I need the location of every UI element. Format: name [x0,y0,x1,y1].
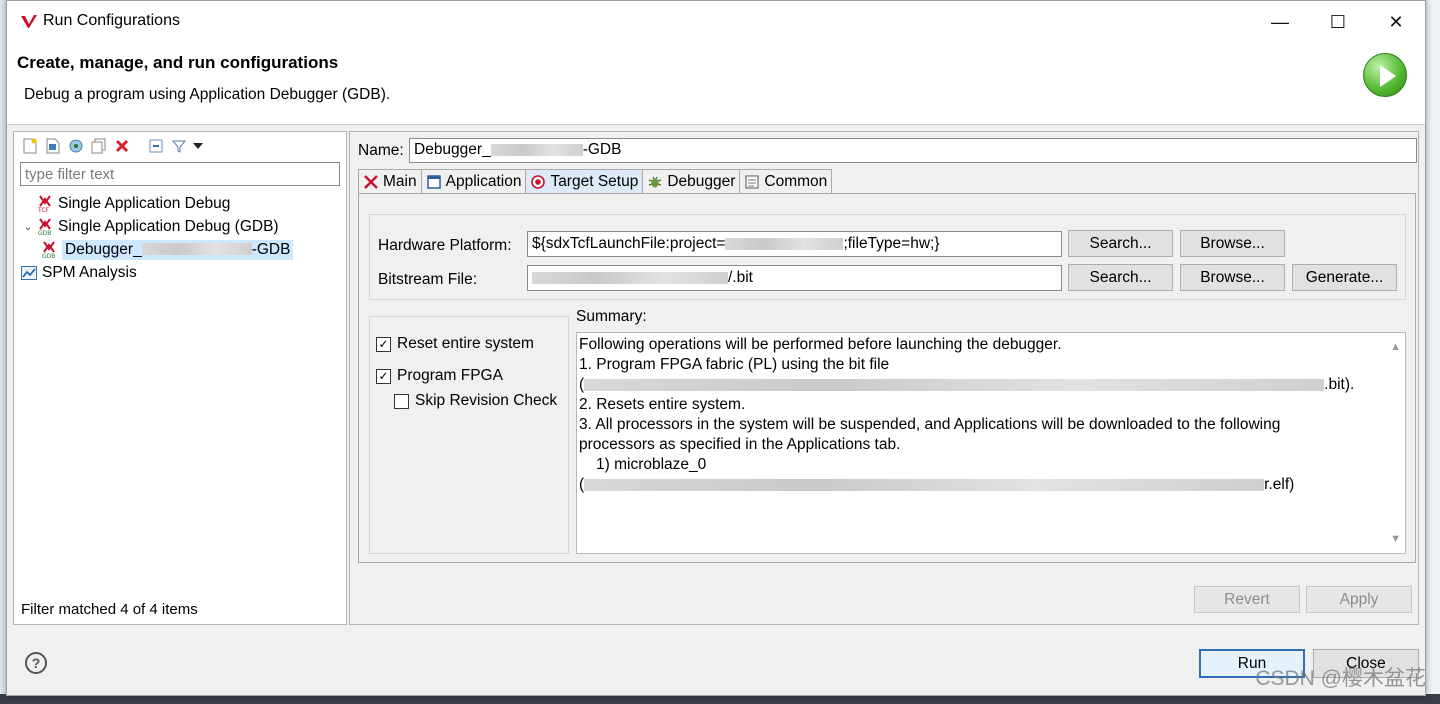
tab-common[interactable]: Common [739,169,833,193]
xilinx-logo-icon [21,15,37,28]
svg-text:GDB: GDB [42,253,55,259]
chevron-down-icon[interactable]: ⌄ [20,220,36,233]
tab-application[interactable]: Application [420,169,527,193]
tab-target-setup[interactable]: Target Setup [525,169,644,193]
tree-item-single-application-debug-gdb[interactable]: ⌄ GDB Single Application Debug (GDB) [20,215,340,238]
filter-icon[interactable] [169,136,189,156]
tree-item-label: Single Application Debug (GDB) [58,217,279,235]
help-icon[interactable]: ? [25,652,47,674]
checkbox-unchecked-icon [394,393,409,409]
filter-status: Filter matched 4 of 4 items [21,601,198,618]
options-group: ✓ Reset entire system ✓ Program FPGA Ski… [369,316,569,554]
hardware-search-button[interactable]: Search... [1068,230,1173,257]
tree-item-label: SPM Analysis [42,263,137,281]
collapse-all-icon[interactable] [146,136,166,156]
revert-button[interactable]: Revert [1194,586,1300,613]
config-toolbar [20,136,204,156]
checkbox-checked-icon: ✓ [376,368,391,384]
window-title: Run Configurations [43,12,180,29]
filter-dropdown-chevron-icon[interactable] [192,136,204,156]
gdb-icon: GDB [36,217,54,236]
title-bar: Run Configurations — ☐ ✕ [7,1,1425,43]
tree-item-label: Single Application Debug [58,194,231,212]
skip-revision-checkbox[interactable]: Skip Revision Check [394,392,557,410]
redacted-text [725,237,844,250]
scroll-up-icon[interactable]: ▲ [1390,337,1401,357]
redacted-text [584,478,1265,491]
configuration-editor-panel: Name: Debugger_ -GDB Main Application Tar… [349,131,1419,625]
xilinx-icon [363,174,379,190]
tree-item-label: Debugger_ -GDB [62,239,294,260]
header-subtitle: Debug a program using Application Debugg… [24,86,391,103]
tab-main[interactable]: Main [358,169,422,193]
svg-text:TCF: TCF [37,207,50,213]
hardware-browse-button[interactable]: Browse... [1180,230,1285,257]
bug-icon [647,174,663,190]
svg-text:GDB: GDB [38,230,51,236]
export-config-icon[interactable] [66,136,86,156]
background-window-right [1428,0,1440,704]
redacted-text [584,378,1325,391]
tree-item-single-application-debug[interactable]: TCF Single Application Debug [20,192,340,215]
csdn-watermark: CSDN @樱木盆花 [1255,667,1426,690]
scroll-down-icon[interactable]: ▼ [1390,529,1401,549]
filter-input[interactable] [20,162,340,186]
configuration-list-panel: TCF Single Application Debug ⌄ GDB Singl… [13,131,347,625]
summary-text-area[interactable]: Following operations will be performed b… [576,332,1406,554]
dialog-header: Create, manage, and run configurations D… [7,43,1425,125]
name-label: Name: [358,142,404,159]
bitstream-search-button[interactable]: Search... [1068,264,1173,291]
hardware-platform-label: Hardware Platform: [378,237,512,254]
redacted-text [490,143,583,156]
name-field[interactable]: Debugger_ -GDB [409,138,1417,163]
reset-system-checkbox[interactable]: ✓ Reset entire system [376,335,534,353]
hardware-platform-field[interactable]: ${sdxTcfLaunchFile:project= ;fileType=hw;… [527,231,1062,257]
apply-button[interactable]: Apply [1306,586,1412,613]
bitstream-file-label: Bitstream File: [378,271,478,288]
close-window-button[interactable]: ✕ [1367,1,1425,43]
tcf-icon: TCF [36,194,54,213]
redacted-text [141,243,252,256]
target-setup-content: Hardware Platform: ${sdxTcfLaunchFile:pr… [358,193,1416,563]
window-icon [426,174,442,190]
program-fpga-checkbox[interactable]: ✓ Program FPGA [376,367,503,385]
minimize-button[interactable]: — [1251,1,1309,43]
generate-button[interactable]: Generate... [1292,264,1397,291]
bitstream-browse-button[interactable]: Browse... [1180,264,1285,291]
toolbar-separator [135,136,143,156]
run-banner-icon [1363,53,1407,97]
header-title: Create, manage, and run configurations [17,53,339,72]
gdb-icon: GDB [40,240,58,259]
delete-config-icon[interactable] [112,136,132,156]
run-configurations-dialog: Run Configurations — ☐ ✕ Create, manage,… [6,0,1426,696]
tab-debugger[interactable]: Debugger [642,169,741,193]
new-prototype-icon[interactable] [43,136,63,156]
hardware-group: Hardware Platform: ${sdxTcfLaunchFile:pr… [369,214,1406,300]
config-tabs: Main Application Target Setup Debugger C… [358,169,833,193]
maximize-button[interactable]: ☐ [1309,1,1367,43]
configuration-tree: TCF Single Application Debug ⌄ GDB Singl… [20,192,340,284]
new-config-icon[interactable] [20,136,40,156]
chart-icon [20,264,38,282]
common-icon [744,174,760,190]
checkbox-checked-icon: ✓ [376,336,391,352]
target-icon [530,174,546,190]
summary-label: Summary: [576,308,647,325]
redacted-text [532,271,728,284]
tree-item-spm-analysis[interactable]: SPM Analysis [20,261,340,284]
tree-item-debugger-gdb[interactable]: GDB Debugger_ -GDB [20,238,340,261]
bitstream-file-field[interactable]: /.bit [527,265,1062,291]
duplicate-config-icon[interactable] [89,136,109,156]
